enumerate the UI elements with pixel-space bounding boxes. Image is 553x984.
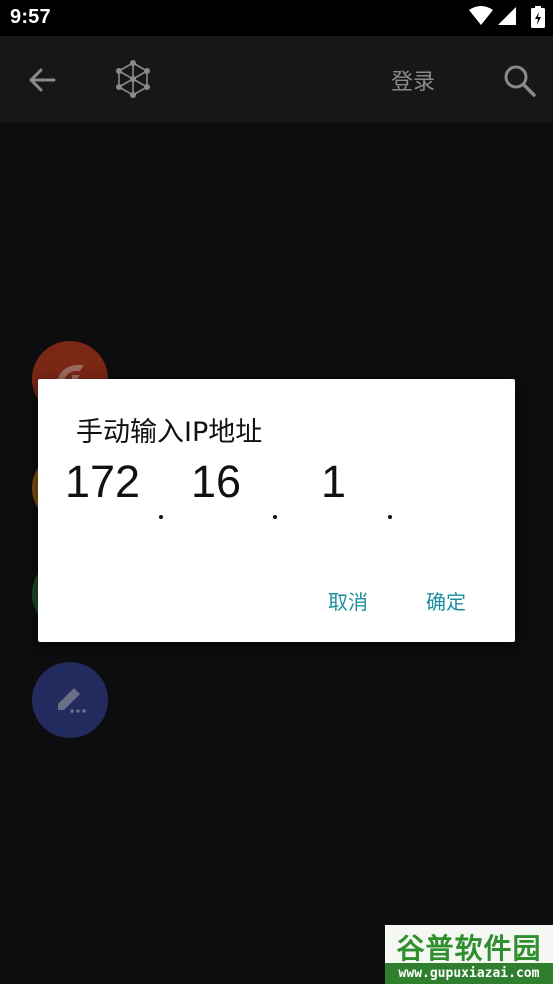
ip-dot bbox=[159, 515, 163, 519]
dialog-title: 手动输入IP地址 bbox=[76, 417, 263, 448]
watermark: 谷普软件园 www.gupuxiazai.com bbox=[385, 925, 553, 984]
ip-segment-1[interactable]: 172 bbox=[65, 456, 140, 508]
wifi-icon bbox=[469, 6, 493, 25]
confirm-button[interactable]: 确定 bbox=[426, 586, 466, 615]
back-arrow-icon[interactable] bbox=[28, 67, 56, 93]
ip-segment-2[interactable]: 16 bbox=[191, 456, 241, 508]
edit-icon bbox=[58, 688, 86, 713]
search-icon[interactable] bbox=[503, 64, 537, 98]
battery-icon bbox=[531, 6, 545, 28]
network-cube-icon[interactable] bbox=[114, 60, 152, 98]
fab-edit[interactable] bbox=[32, 662, 108, 738]
cancel-button[interactable]: 取消 bbox=[328, 586, 368, 615]
app-bar: 登录 bbox=[0, 36, 553, 123]
login-button[interactable]: 登录 bbox=[391, 64, 435, 96]
ip-input-dialog: 手动输入IP地址 172 16 1 取消 确定 bbox=[38, 379, 515, 642]
signal-icon bbox=[498, 7, 516, 25]
ip-dot bbox=[388, 515, 392, 519]
ip-dot bbox=[273, 515, 277, 519]
watermark-url: www.gupuxiazai.com bbox=[385, 963, 553, 984]
ip-segment-3[interactable]: 1 bbox=[321, 456, 346, 508]
status-time: 9:57 bbox=[10, 6, 51, 28]
status-bar: 9:57 bbox=[0, 0, 553, 36]
watermark-title: 谷普软件园 bbox=[396, 932, 542, 965]
